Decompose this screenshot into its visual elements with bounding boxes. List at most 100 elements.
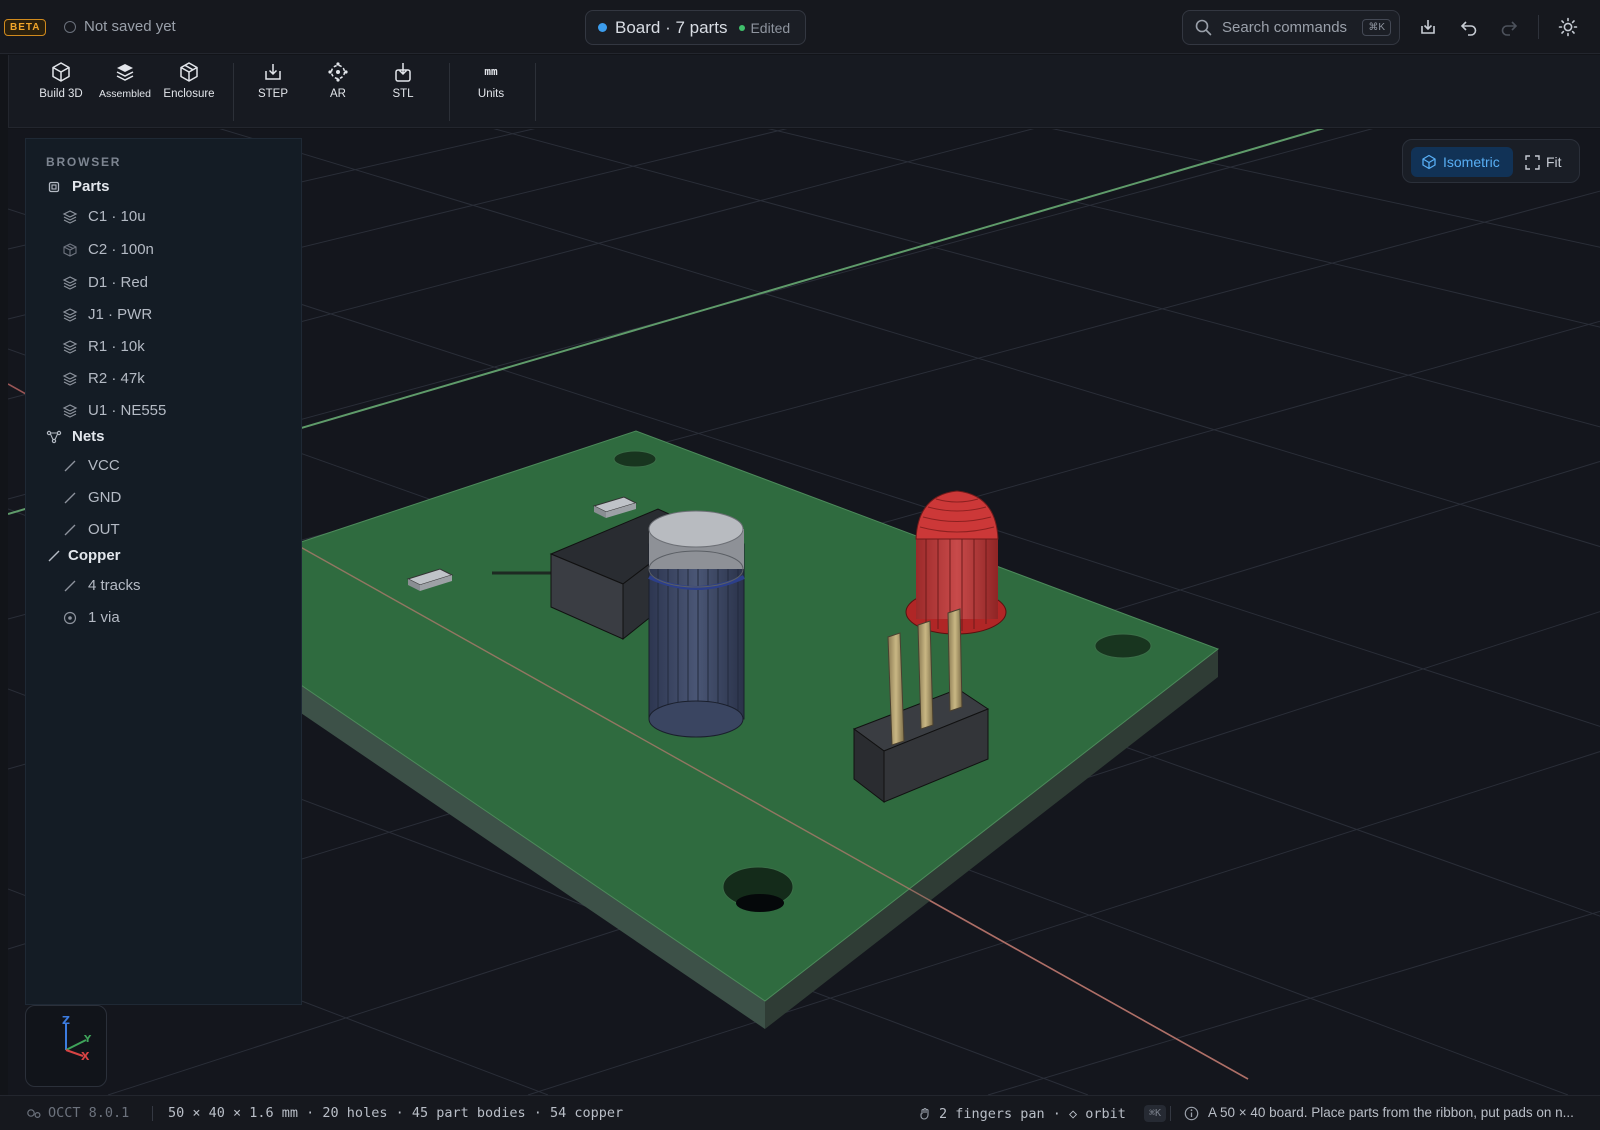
status-message: A 50 × 40 board. Place parts from the ri…	[1208, 1105, 1574, 1120]
net-label: VCC	[88, 457, 120, 474]
pan-hand-icon	[920, 1107, 929, 1120]
copper-label: Copper	[68, 547, 121, 564]
cube-icon	[1422, 154, 1436, 170]
part-c1[interactable]: C1 · 10u	[62, 208, 146, 225]
status-divider	[152, 1106, 153, 1121]
layers-icon	[62, 275, 78, 290]
capacitor-c1	[648, 510, 745, 738]
layers-icon	[62, 371, 78, 386]
document-state-label: Edited	[750, 19, 791, 36]
units-button[interactable]: mm Units	[459, 61, 523, 113]
copper-tracks[interactable]: 4 tracks	[62, 577, 141, 594]
undo-icon[interactable]	[1458, 16, 1480, 38]
parts-label: Parts	[72, 178, 110, 195]
ar-icon	[328, 62, 348, 82]
download-icon[interactable]	[1417, 16, 1439, 38]
box-outline-icon	[63, 242, 77, 257]
trace-slash-icon	[48, 550, 60, 561]
fit-button[interactable]: Fit	[1525, 147, 1562, 177]
part-j1[interactable]: J1 · PWR	[62, 306, 152, 323]
trace-slash-icon	[64, 580, 76, 591]
network-icon	[46, 430, 62, 443]
unsaved-circle-icon	[64, 20, 76, 33]
ribbon-toolbar: Build 3D Assembled Enclosure STEP AR STL…	[8, 55, 1600, 128]
enclosure-button[interactable]: Enclosure	[157, 61, 221, 113]
document-pill[interactable]: Board · 7 parts Edited	[585, 10, 806, 45]
step-label: STEP	[257, 88, 289, 100]
search-shortcut: ⌘K	[1362, 19, 1391, 36]
save-status: Not saved yet	[64, 18, 176, 35]
part-d1[interactable]: D1 · Red	[62, 274, 148, 291]
layers-icon	[62, 403, 78, 418]
axis-triad-icon: Z Y X	[62, 1014, 92, 1063]
part-label: U1 · NE555	[88, 402, 167, 419]
layers-icon	[62, 209, 78, 224]
enclosure-label: Enclosure	[163, 88, 215, 100]
via-circle-icon	[63, 611, 77, 624]
board-summary: 50 × 40 × 1.6 mm · 20 holes · 45 part bo…	[168, 1105, 624, 1121]
copper-via[interactable]: 1 via	[62, 609, 120, 626]
pcb-board	[294, 430, 1220, 1029]
units-label: Units	[477, 88, 505, 100]
ribbon-divider	[535, 63, 536, 121]
parts-section[interactable]: Parts	[46, 178, 110, 195]
step-export-button[interactable]: STEP	[241, 61, 305, 113]
nav-hint-label: 2 fingers pan · ◇ orbit	[939, 1105, 1126, 1122]
part-label: C2 · 100n	[88, 241, 154, 258]
part-label: R1 · 10k	[88, 338, 145, 355]
nav-shortcut: ⌘K	[1143, 1105, 1166, 1122]
part-label: R2 · 47k	[88, 370, 145, 387]
view-controls: Isometric Fit	[1402, 139, 1580, 183]
part-label: J1 · PWR	[88, 306, 153, 323]
stl-export-button[interactable]: STL	[371, 61, 435, 113]
isometric-label: Isometric	[1443, 154, 1500, 170]
build-3d-button[interactable]: Build 3D	[29, 61, 93, 113]
axis-gizmo[interactable]: Z Y X	[25, 1005, 107, 1087]
stl-label: STL	[392, 88, 414, 100]
part-r2[interactable]: R2 · 47k	[62, 370, 145, 387]
search-placeholder: Search commands	[1222, 19, 1348, 36]
browser-panel: BROWSER Parts C1 · 10u C2 · 100n D1 · Re…	[25, 138, 302, 1005]
axis-z-label: Z	[62, 1014, 70, 1027]
net-out[interactable]: OUT	[62, 521, 120, 538]
isometric-button[interactable]: Isometric	[1411, 147, 1513, 177]
assembled-button[interactable]: Assembled	[93, 61, 157, 113]
units-mm-icon: mm	[484, 65, 498, 78]
net-label: OUT	[88, 521, 120, 538]
net-vcc[interactable]: VCC	[62, 457, 120, 474]
copper-item-label: 1 via	[88, 609, 120, 626]
trace-slash-icon	[64, 524, 76, 535]
part-u1[interactable]: U1 · NE555	[62, 402, 166, 419]
copper-section[interactable]: Copper	[46, 547, 121, 564]
export-icon	[265, 64, 281, 80]
export-stl-icon	[395, 63, 411, 82]
document-dot-icon	[598, 23, 607, 32]
part-r1[interactable]: R1 · 10k	[62, 338, 145, 355]
browser-heading: BROWSER	[46, 155, 122, 169]
net-label: GND	[88, 489, 122, 506]
toolbar-divider	[1538, 15, 1539, 39]
edited-dot-icon	[739, 24, 746, 31]
redo-icon[interactable]	[1498, 16, 1520, 38]
cube-icon	[52, 62, 70, 82]
document-title: Board · 7 parts	[615, 17, 728, 37]
net-gnd[interactable]: GND	[62, 489, 121, 506]
nets-section[interactable]: Nets	[46, 428, 105, 445]
layers-icon	[62, 339, 78, 354]
part-c2[interactable]: C2 · 100n	[62, 241, 154, 258]
info-icon	[1184, 1106, 1199, 1121]
status-divider	[1170, 1106, 1171, 1121]
copper-item-label: 4 tracks	[88, 577, 141, 594]
beta-badge: BETA	[4, 19, 47, 36]
theme-sun-icon[interactable]	[1557, 16, 1579, 38]
engine-version: OCCT 8.0.1	[26, 1105, 129, 1121]
ar-button[interactable]: AR	[306, 61, 370, 113]
trace-slash-icon	[64, 460, 76, 471]
part-label: C1 · 10u	[88, 208, 146, 225]
search-commands[interactable]: Search commands ⌘K	[1182, 10, 1400, 45]
build-3d-label: Build 3D	[39, 88, 83, 100]
axis-x-label: X	[81, 1050, 90, 1063]
layers-icon	[116, 64, 134, 81]
chip-icon	[48, 181, 60, 192]
trace-slash-icon	[64, 492, 76, 503]
